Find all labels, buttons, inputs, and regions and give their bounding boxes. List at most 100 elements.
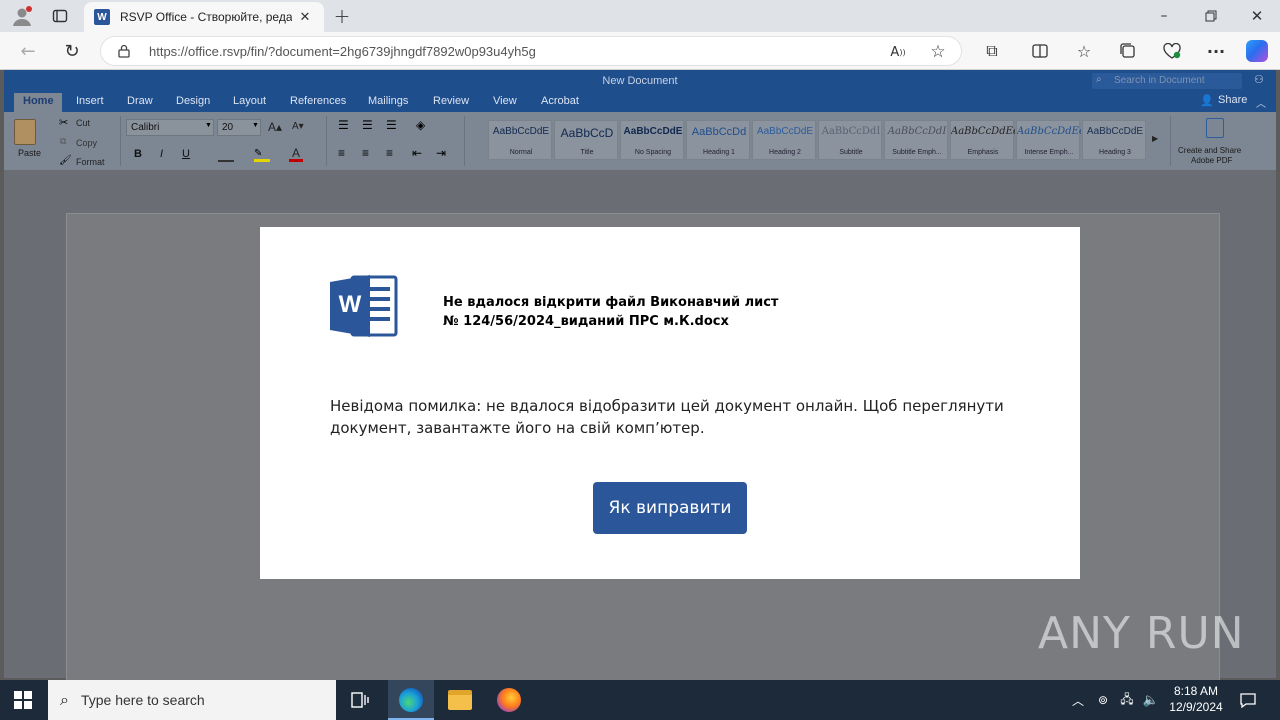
share-button[interactable]: Share xyxy=(1218,94,1247,106)
favorites-icon[interactable]: ☆ xyxy=(1072,39,1096,63)
dialog-title-line1: Не вдалося відкрити файл Виконавчий лист xyxy=(443,295,779,310)
copilot-icon[interactable] xyxy=(1246,40,1268,62)
file-explorer-icon[interactable] xyxy=(448,690,472,710)
align-right-icon[interactable]: ≡ xyxy=(386,146,393,160)
format-painter-button[interactable]: Format xyxy=(76,157,105,167)
style-sample: AaBbCcDdE xyxy=(756,126,814,137)
italic-button[interactable]: I xyxy=(160,148,163,160)
user-icon[interactable]: ⚇ xyxy=(1254,73,1268,87)
tab-insert[interactable]: Insert xyxy=(76,95,104,107)
clock-time: 8:18 AM xyxy=(1173,684,1219,698)
style-heading-3[interactable]: AaBbCcDdE Heading 3 xyxy=(1082,120,1146,160)
multilevel-icon[interactable]: ☰ xyxy=(386,118,397,132)
how-to-fix-button[interactable]: Як виправити xyxy=(593,482,747,534)
style-sample: AaBbCcDdE xyxy=(1086,126,1144,137)
font-color-icon[interactable]: A xyxy=(289,146,303,162)
align-center-icon[interactable]: ≡ xyxy=(362,146,369,160)
tab-design[interactable]: Design xyxy=(176,95,210,107)
watermark: ANY RUN xyxy=(1038,608,1245,659)
adobe-label-1[interactable]: Create and Share xyxy=(1178,146,1241,155)
copy-icon: ⧉ xyxy=(60,136,67,146)
numbering-icon[interactable]: ☰ xyxy=(362,118,373,132)
clock[interactable]: 8:18 AM 12/9/2024 xyxy=(1166,683,1226,717)
cut-icon: ✂ xyxy=(59,117,69,129)
borders-icon[interactable] xyxy=(218,150,234,162)
more-icon[interactable]: ··· xyxy=(1204,39,1228,63)
search-placeholder: Search in Document xyxy=(1114,75,1205,86)
edge-icon[interactable] xyxy=(399,688,423,712)
error-dialog: W Не вдалося відкрити файл Виконавчий ли… xyxy=(260,227,1080,579)
style-title[interactable]: AaBbCcD Title xyxy=(554,120,618,160)
increase-indent-icon[interactable]: ⇥ xyxy=(436,146,446,160)
restore-icon[interactable] xyxy=(1197,4,1225,28)
firefox-icon[interactable] xyxy=(497,688,521,712)
align-left-icon[interactable]: ≡ xyxy=(338,146,345,160)
tab-home-label[interactable]: Home xyxy=(23,95,54,107)
style-emphasis[interactable]: AaBbCcDdEeI Emphasis xyxy=(950,120,1015,160)
copy-button[interactable]: Copy xyxy=(76,138,97,148)
highlight-icon[interactable]: ✎ xyxy=(254,148,270,162)
chevron-up-icon[interactable]: ︿ xyxy=(1070,690,1086,710)
bold-button[interactable]: B xyxy=(134,148,142,160)
style-heading-1[interactable]: AaBbCcDd Heading 1 xyxy=(686,120,750,160)
tab-layout[interactable]: Layout xyxy=(233,95,266,107)
window-close-icon[interactable]: ✕ xyxy=(1243,4,1271,28)
cut-button[interactable]: Cut xyxy=(76,118,90,128)
chevron-down-icon: ▼ xyxy=(205,122,212,129)
notification-icon[interactable] xyxy=(1238,689,1258,711)
refresh-icon[interactable]: ↻ xyxy=(60,39,84,63)
collections-icon[interactable] xyxy=(1116,39,1140,63)
underline-button[interactable]: U xyxy=(182,148,190,160)
tab-references[interactable]: References xyxy=(290,95,346,107)
tab-review[interactable]: Review xyxy=(433,95,469,107)
style-subtitle[interactable]: AaBbCcDdI Subtitle xyxy=(818,120,882,160)
paste-icon[interactable] xyxy=(14,119,36,145)
grow-font-icon[interactable]: A▴ xyxy=(268,120,282,134)
decrease-indent-icon[interactable]: ⇤ xyxy=(412,146,422,160)
style-name: Subtitle xyxy=(839,149,863,156)
gallery-more-icon[interactable]: ▶ xyxy=(1152,134,1158,143)
style-no-spacing[interactable]: AaBbCcDdE No Spacing xyxy=(620,120,684,160)
tab-mailings[interactable]: Mailings xyxy=(368,95,408,107)
volume-icon[interactable]: 🔈 xyxy=(1142,690,1160,710)
font-name-select[interactable]: Calibri ▼ xyxy=(126,119,214,136)
paste-button[interactable]: Paste xyxy=(18,148,41,158)
minimize-icon[interactable]: – xyxy=(1150,4,1178,28)
read-aloud-icon[interactable]: A)) xyxy=(887,41,909,63)
style-intense-emphasis[interactable]: AaBbCcDdEe Intense Emph... xyxy=(1016,120,1081,160)
tab-close-icon[interactable]: ✕ xyxy=(296,8,314,26)
document-search-input[interactable]: ⌕ Search in Document xyxy=(1092,73,1242,89)
bullets-icon[interactable]: ☰ xyxy=(338,118,349,132)
taskbar-search[interactable]: ⌕ Type here to search xyxy=(48,680,336,720)
tab-acrobat[interactable]: Acrobat xyxy=(541,95,579,107)
text-direction-icon[interactable]: ◈ xyxy=(416,118,425,132)
shrink-font-icon[interactable]: A▾ xyxy=(292,121,304,132)
style-sample: AaBbCcDdEe xyxy=(1017,126,1081,137)
adobe-label-2[interactable]: Adobe PDF xyxy=(1191,156,1232,165)
tab-actions-icon[interactable] xyxy=(48,4,72,28)
task-view-icon[interactable] xyxy=(348,688,372,712)
new-tab-icon[interactable]: + xyxy=(330,4,354,28)
profile-icon[interactable] xyxy=(10,4,34,28)
network-icon[interactable]: 🖧 xyxy=(1118,690,1136,710)
style-normal[interactable]: AaBbCcDdE Normal xyxy=(488,120,552,160)
lock-icon[interactable] xyxy=(115,42,133,60)
style-subtitle-emphasis[interactable]: AaBbCcDdI Subtitle Emph... xyxy=(884,120,948,160)
address-bar[interactable]: https://office.rsvp/fin/?document=2hg673… xyxy=(100,36,962,66)
back-icon[interactable]: ← xyxy=(16,39,40,63)
adobe-pdf-icon[interactable] xyxy=(1206,118,1224,138)
browser-tab-active[interactable]: W RSVP Office - Створюйте, редаг ✕ xyxy=(84,2,324,32)
word-logo-letter: W xyxy=(338,291,362,318)
split-screen-icon[interactable] xyxy=(1028,39,1052,63)
vertical-scrollbar[interactable] xyxy=(1266,170,1276,678)
style-heading-2[interactable]: AaBbCcDdE Heading 2 xyxy=(752,120,816,160)
tab-draw[interactable]: Draw xyxy=(127,95,153,107)
collapse-ribbon-icon[interactable]: ︿ xyxy=(1256,95,1266,110)
meet-now-icon[interactable]: ⊚ xyxy=(1094,690,1112,710)
extensions-icon[interactable]: ⧉ xyxy=(980,39,1004,63)
font-size-select[interactable]: 20 ▼ xyxy=(217,119,261,136)
tab-view[interactable]: View xyxy=(493,95,517,107)
favorite-star-icon[interactable]: ☆ xyxy=(927,41,949,63)
windows-start-icon[interactable] xyxy=(12,690,34,710)
browser-essentials-icon[interactable] xyxy=(1160,39,1184,63)
